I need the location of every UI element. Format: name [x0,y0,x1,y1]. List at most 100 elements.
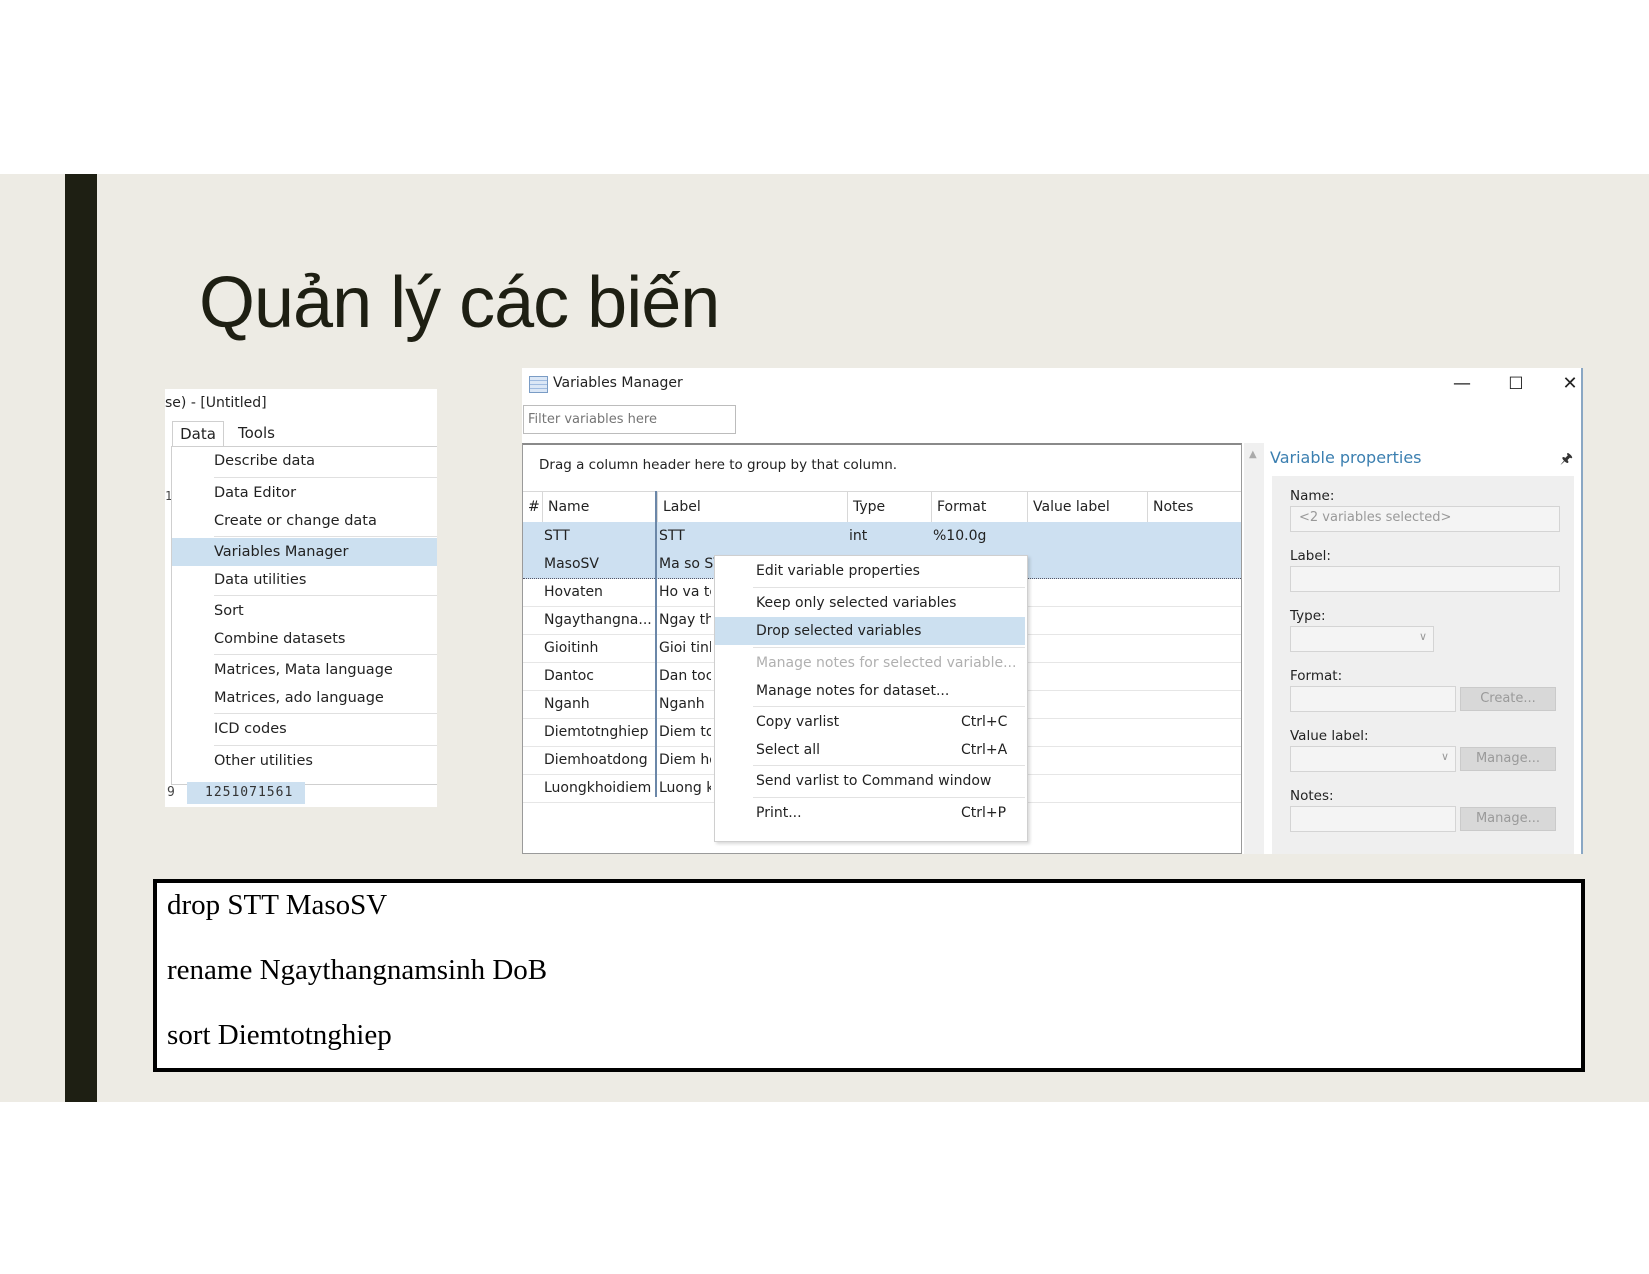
cell-label: Luong kh [659,780,711,796]
close-button[interactable]: ✕ [1547,370,1581,398]
menu-item-sort[interactable]: Sort [172,597,437,625]
filter-variables-input[interactable] [523,405,736,434]
context-item-label: Copy varlist [756,714,840,730]
column-header-format[interactable]: Format [931,492,1027,522]
cell-name: Gioitinh [544,640,599,656]
cell-name: Ngaythangna... [544,612,652,628]
shortcut-label: Ctrl+A [961,742,1008,758]
window-title-fragment: se) - [Untitled] [165,395,267,411]
context-item-label: Keep only selected variables [756,595,957,611]
context-item-select-all[interactable]: Select all Ctrl+A [715,736,1025,764]
cell-name: STT [544,528,570,544]
cell-label: Dan toc [659,668,711,684]
background-row-number: 9 [167,785,175,800]
scroll-up-icon[interactable]: ▲ [1249,449,1257,460]
manage-value-label-button[interactable]: Manage... [1460,747,1556,771]
context-item-label: Edit variable properties [756,563,920,579]
menu-item-data-utilities[interactable]: Data utilities▶ [172,566,437,594]
menu-item-label: Matrices, ado language [214,690,384,706]
chevron-down-icon: ∨ [1418,630,1427,643]
menu-item-label: ICD codes [214,721,287,737]
window-title: Variables Manager [553,375,683,391]
cell-name: Luongkhoidiem [544,780,652,796]
menu-tools[interactable]: Tools [238,421,275,445]
menu-data[interactable]: Data [172,421,224,446]
menu-item-matrices-mata-language[interactable]: Matrices, Mata language [172,656,437,684]
context-item-keep-only-selected-variables[interactable]: Keep only selected variables [715,589,1025,617]
menu-separator [214,713,437,714]
shortcut-label: Ctrl+C [961,714,1008,730]
menu-item-create-or-change-data[interactable]: Create or change data▶ [172,507,437,535]
menu-item-label: Create or change data [214,513,377,529]
context-item-send-varlist-to-command-window[interactable]: Send varlist to Command window [715,767,1025,795]
cell-label: Diem tot [659,724,711,740]
column-header-name[interactable]: Name [542,492,656,522]
context-item-manage-notes-for-dataset[interactable]: Manage notes for dataset... [715,677,1025,705]
column-header-index[interactable]: # [523,492,543,522]
grid-icon [529,376,548,393]
context-item-label: Select all [756,742,820,758]
background-data-cell: 1251071561 [187,782,305,804]
menu-item-label: Variables Manager [214,544,349,560]
maximize-button[interactable]: ☐ [1493,370,1539,398]
context-item-label: Drop selected variables [756,623,922,639]
label-label: Label: [1290,548,1331,564]
minimize-button[interactable]: — [1439,370,1485,398]
menu-separator [753,587,1025,588]
cell-name: Dantoc [544,668,594,684]
context-item-drop-selected-variables[interactable]: Drop selected variables [715,617,1025,645]
command-line: sort Diemtotnghiep [167,1019,392,1051]
menu-separator [753,765,1025,766]
label-field[interactable] [1290,566,1560,592]
cell-label: Ngay tha [659,612,711,628]
menu-separator [214,745,437,746]
menu-item-other-utilities[interactable]: Other utilities▶ [172,747,437,775]
vertical-scrollbar[interactable]: ▲ [1244,443,1264,854]
name-label: Name: [1290,488,1335,504]
menu-item-matrices-ado-language[interactable]: Matrices, ado language▶ [172,684,437,712]
menu-item-label: Describe data [214,453,315,469]
properties-body: Name: <2 variables selected> Label: Type… [1272,476,1574,854]
variable-row[interactable]: STT STT int %10.0g [523,522,1241,551]
context-menu: Edit variable properties Keep only select… [714,555,1028,842]
cell-name: Diemhoatdong [544,752,648,768]
menu-item-describe-data[interactable]: Describe data▶ [172,447,437,475]
value-label-label: Value label: [1290,728,1369,744]
menu-separator [214,477,437,478]
pin-icon[interactable]: 🖈 [1560,448,1573,472]
notes-label: Notes: [1290,788,1334,804]
create-format-button[interactable]: Create... [1460,687,1556,711]
notes-field[interactable] [1290,806,1456,832]
column-header-type[interactable]: Type [847,492,931,522]
cell-format: %10.0g [933,528,987,544]
name-field[interactable]: <2 variables selected> [1290,506,1560,532]
cell-type: int [849,528,868,544]
type-label: Type: [1290,608,1326,624]
column-header-notes[interactable]: Notes [1147,492,1241,522]
menu-item-data-editor[interactable]: Data Editor▶ [172,479,437,507]
context-item-copy-varlist[interactable]: Copy varlist Ctrl+C [715,708,1025,736]
menu-item-combine-datasets[interactable]: Combine datasets▶ [172,625,437,653]
format-label: Format: [1290,668,1343,684]
cell-label: STT [659,528,685,544]
data-dropdown-menu: Describe data▶Data Editor▶Create or chan… [171,446,437,785]
column-divider [655,491,657,797]
context-item-label: Manage notes for dataset... [756,683,950,699]
menu-item-icd-codes[interactable]: ICD codes▶ [172,715,437,743]
format-field[interactable] [1290,686,1456,712]
cell-label: Ho va ten [659,584,711,600]
panel-title: Variable properties [1270,448,1422,467]
context-item-print[interactable]: Print... Ctrl+P [715,799,1025,827]
column-header-label[interactable]: Label [657,492,847,522]
cell-name: Diemtotnghiep [544,724,649,740]
manage-notes-button[interactable]: Manage... [1460,807,1556,831]
menu-item-variables-manager[interactable]: Variables Manager [172,538,437,566]
menu-separator [753,706,1025,707]
menu-separator [214,536,437,537]
column-header-value-label[interactable]: Value label [1027,492,1147,522]
value-label-combo[interactable]: ∨ [1290,746,1456,772]
type-combo[interactable]: ∨ [1290,626,1434,652]
context-item-edit-variable-properties[interactable]: Edit variable properties [715,557,1025,585]
menu-separator [214,654,437,655]
stata-data-menu-screenshot: se) - [Untitled] 1 H Data Tools Describe… [165,389,437,807]
